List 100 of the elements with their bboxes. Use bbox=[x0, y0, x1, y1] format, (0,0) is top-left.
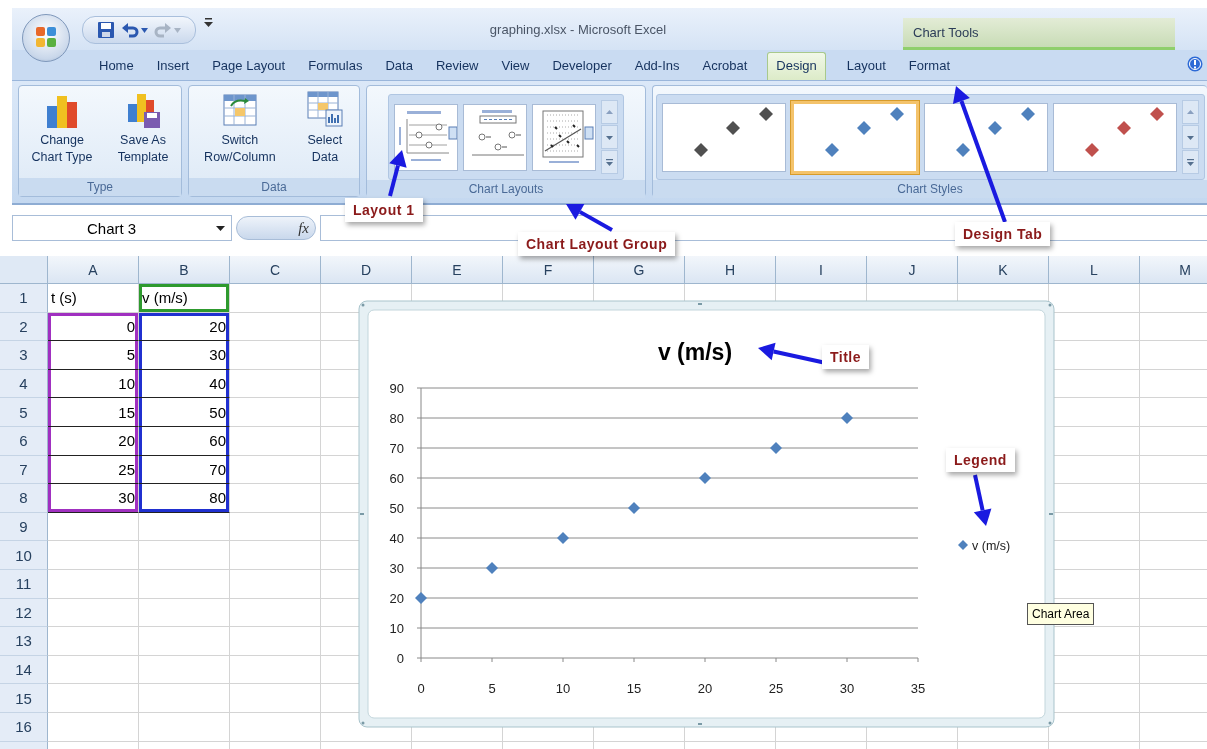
more-icon[interactable] bbox=[1181, 150, 1199, 174]
row-header[interactable]: 13 bbox=[0, 627, 48, 656]
scroll-up-icon[interactable] bbox=[601, 100, 618, 124]
help-icon[interactable] bbox=[1187, 56, 1203, 72]
row-header[interactable]: 16 bbox=[0, 712, 48, 742]
axis-tick-label: 30 bbox=[389, 561, 404, 576]
chart-layout-thumbnail[interactable] bbox=[532, 103, 596, 171]
column-header[interactable]: K bbox=[958, 256, 1049, 284]
axis-tick-label: 90 bbox=[389, 381, 404, 396]
resize-handle[interactable] bbox=[698, 303, 702, 305]
column-header[interactable]: A bbox=[48, 256, 139, 284]
ribbon-tab[interactable]: Insert bbox=[147, 57, 199, 80]
data-point[interactable] bbox=[557, 532, 569, 544]
axis-tick-label: 20 bbox=[697, 681, 713, 696]
scroll-down-icon[interactable] bbox=[601, 125, 618, 149]
ribbon-tab[interactable]: Acrobat bbox=[693, 57, 757, 80]
chart-style-thumbnail[interactable] bbox=[1052, 102, 1177, 172]
undo-icon[interactable] bbox=[121, 21, 139, 39]
column-header[interactable]: J bbox=[867, 256, 958, 284]
group-label: Chart Layouts bbox=[367, 180, 645, 198]
ribbon-tab[interactable]: Home bbox=[90, 57, 143, 80]
arrow bbox=[388, 150, 407, 197]
caret-icon[interactable] bbox=[216, 225, 225, 231]
table-cell: 5 bbox=[48, 341, 139, 370]
data-point[interactable] bbox=[628, 502, 640, 514]
ribbon-tab[interactable]: Formulas bbox=[299, 57, 372, 80]
column-header[interactable]: E bbox=[412, 256, 503, 284]
more-icon[interactable] bbox=[601, 150, 618, 174]
row-header[interactable]: 4 bbox=[0, 369, 48, 399]
resize-handle[interactable] bbox=[361, 721, 365, 725]
data-point[interactable] bbox=[841, 412, 853, 424]
ribbon-button[interactable]: Save As Template bbox=[115, 90, 171, 166]
column-header[interactable]: B bbox=[139, 256, 230, 284]
row-header[interactable]: 7 bbox=[0, 455, 48, 485]
row-header[interactable]: 1 bbox=[0, 284, 48, 313]
axis-tick-label: 20 bbox=[389, 591, 404, 606]
data-point[interactable] bbox=[770, 442, 782, 454]
column-header[interactable]: C bbox=[230, 256, 321, 284]
chart-style-thumbnail[interactable] bbox=[790, 100, 919, 174]
row-header[interactable]: 5 bbox=[0, 398, 48, 427]
row-header[interactable]: 10 bbox=[0, 541, 48, 570]
ribbon-tab[interactable]: Review bbox=[426, 57, 488, 80]
scroll-down-icon[interactable] bbox=[1181, 125, 1199, 149]
column-header[interactable]: F bbox=[503, 256, 594, 284]
column-header[interactable]: I bbox=[776, 256, 867, 284]
ribbon-button[interactable]: Change Chart Type bbox=[29, 90, 95, 166]
data-point[interactable] bbox=[699, 472, 711, 484]
ribbon-button[interactable]: Select Data bbox=[303, 90, 346, 166]
data-point[interactable] bbox=[486, 562, 498, 574]
axis-tick-label: 80 bbox=[389, 411, 404, 426]
ribbon-tab[interactable]: Add-Ins bbox=[625, 57, 689, 80]
chart-style-thumbnail[interactable] bbox=[923, 102, 1048, 172]
ribbon-tab[interactable]: Layout bbox=[837, 57, 895, 80]
column-header[interactable]: G bbox=[594, 256, 685, 284]
table-cell: 30 bbox=[139, 341, 230, 370]
table-cell: 0 bbox=[48, 312, 139, 342]
row-header[interactable]: 15 bbox=[0, 684, 48, 713]
ribbon-tab[interactable]: View bbox=[492, 57, 539, 80]
row-header[interactable]: 12 bbox=[0, 598, 48, 628]
axis-tick-label: 15 bbox=[626, 681, 642, 696]
row-header[interactable]: 6 bbox=[0, 426, 48, 456]
function-label[interactable]: fx bbox=[298, 219, 309, 237]
name-box[interactable]: Chart 3 bbox=[12, 215, 232, 241]
table-cell: 40 bbox=[139, 369, 230, 399]
resize-handle[interactable] bbox=[1049, 513, 1053, 515]
ribbon-tab[interactable]: Page Layout bbox=[203, 57, 295, 80]
resize-handle[interactable] bbox=[698, 723, 702, 725]
resize-handle[interactable] bbox=[361, 303, 365, 307]
ribbon-tab[interactable]: Design bbox=[767, 52, 826, 80]
chart-style-thumbnail[interactable] bbox=[661, 102, 786, 172]
row-header[interactable]: 3 bbox=[0, 341, 48, 370]
group-label: Data bbox=[189, 178, 359, 196]
row-header[interactable]: 8 bbox=[0, 484, 48, 513]
chart-layout-thumbnail[interactable] bbox=[463, 103, 527, 171]
row-header[interactable]: 2 bbox=[0, 312, 48, 342]
axis-tick-label: 35 bbox=[910, 681, 926, 696]
resize-handle[interactable] bbox=[1048, 721, 1052, 725]
table-cell: 15 bbox=[48, 398, 139, 427]
column-header[interactable]: L bbox=[1049, 256, 1140, 284]
ribbon-tab[interactable]: Format bbox=[899, 57, 960, 80]
ribbon-tab[interactable]: Data bbox=[376, 57, 422, 80]
save-icon[interactable] bbox=[97, 21, 115, 39]
ribbon-button[interactable]: Switch Row/Column bbox=[202, 90, 278, 166]
row-header[interactable]: 14 bbox=[0, 655, 48, 685]
data-point[interactable] bbox=[415, 592, 427, 604]
row-header[interactable]: 9 bbox=[0, 512, 48, 542]
legend-label[interactable]: v (m/s) bbox=[972, 538, 1011, 553]
row-header[interactable]: 11 bbox=[0, 569, 48, 599]
chart-title[interactable]: v (m/s) bbox=[657, 339, 733, 365]
axis-tick-label: 60 bbox=[389, 471, 404, 486]
column-header[interactable]: H bbox=[685, 256, 776, 284]
resize-handle[interactable] bbox=[360, 513, 364, 515]
customize-icon[interactable] bbox=[204, 18, 213, 28]
ribbon-tab[interactable]: Developer bbox=[543, 57, 621, 80]
resize-handle[interactable] bbox=[1048, 303, 1052, 307]
chart-layout-thumbnail[interactable] bbox=[394, 103, 458, 171]
callout-label: Design Tab bbox=[955, 222, 1051, 246]
column-header[interactable]: D bbox=[321, 256, 412, 284]
column-header[interactable]: M bbox=[1140, 256, 1207, 284]
axis-tick-label: 0 bbox=[417, 681, 425, 696]
